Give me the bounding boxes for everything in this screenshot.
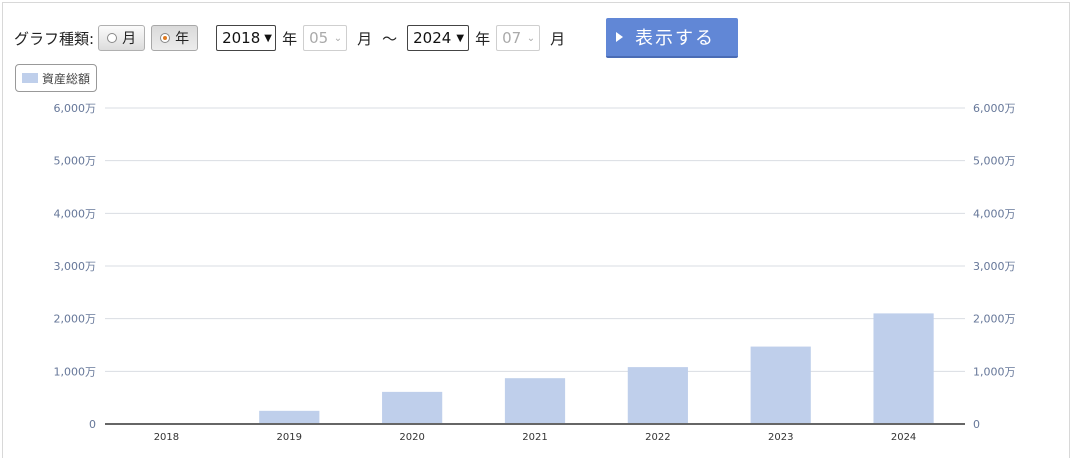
y-tick-label-left: 2,000万 bbox=[54, 313, 97, 326]
bar bbox=[382, 391, 443, 424]
x-tick-label: 2020 bbox=[399, 432, 424, 443]
bar bbox=[259, 410, 320, 424]
x-tick-label: 2019 bbox=[277, 432, 302, 443]
y-tick-label-left: 3,000万 bbox=[54, 260, 97, 273]
y-tick-label-right: 1,000万 bbox=[973, 365, 1016, 378]
y-tick-label-left: 6,000万 bbox=[54, 102, 97, 115]
y-tick-label-left: 4,000万 bbox=[54, 207, 97, 220]
bar bbox=[627, 367, 688, 424]
y-tick-label-right: 5,000万 bbox=[973, 155, 1016, 168]
y-tick-label-left: 0 bbox=[89, 418, 96, 431]
x-tick-label: 2023 bbox=[768, 432, 793, 443]
x-tick-label: 2022 bbox=[645, 432, 670, 443]
y-tick-label-left: 1,000万 bbox=[54, 365, 97, 378]
y-tick-label-right: 6,000万 bbox=[973, 102, 1016, 115]
x-tick-label: 2024 bbox=[891, 432, 916, 443]
y-tick-label-left: 5,000万 bbox=[54, 155, 97, 168]
y-tick-label-right: 0 bbox=[973, 418, 980, 431]
y-tick-label-right: 3,000万 bbox=[973, 260, 1016, 273]
bar bbox=[504, 378, 566, 424]
x-tick-label: 2018 bbox=[154, 432, 179, 443]
bar-chart: 0 0 1,000万 1,000万 2,000万 2,000万 3,000万 3,000万 4,… bbox=[54, 102, 1016, 443]
y-tick-label-right: 2,000万 bbox=[973, 313, 1016, 326]
bar bbox=[873, 313, 934, 424]
x-tick-label: 2021 bbox=[522, 432, 547, 443]
y-tick-label-right: 4,000万 bbox=[973, 207, 1016, 220]
bar bbox=[750, 346, 811, 424]
